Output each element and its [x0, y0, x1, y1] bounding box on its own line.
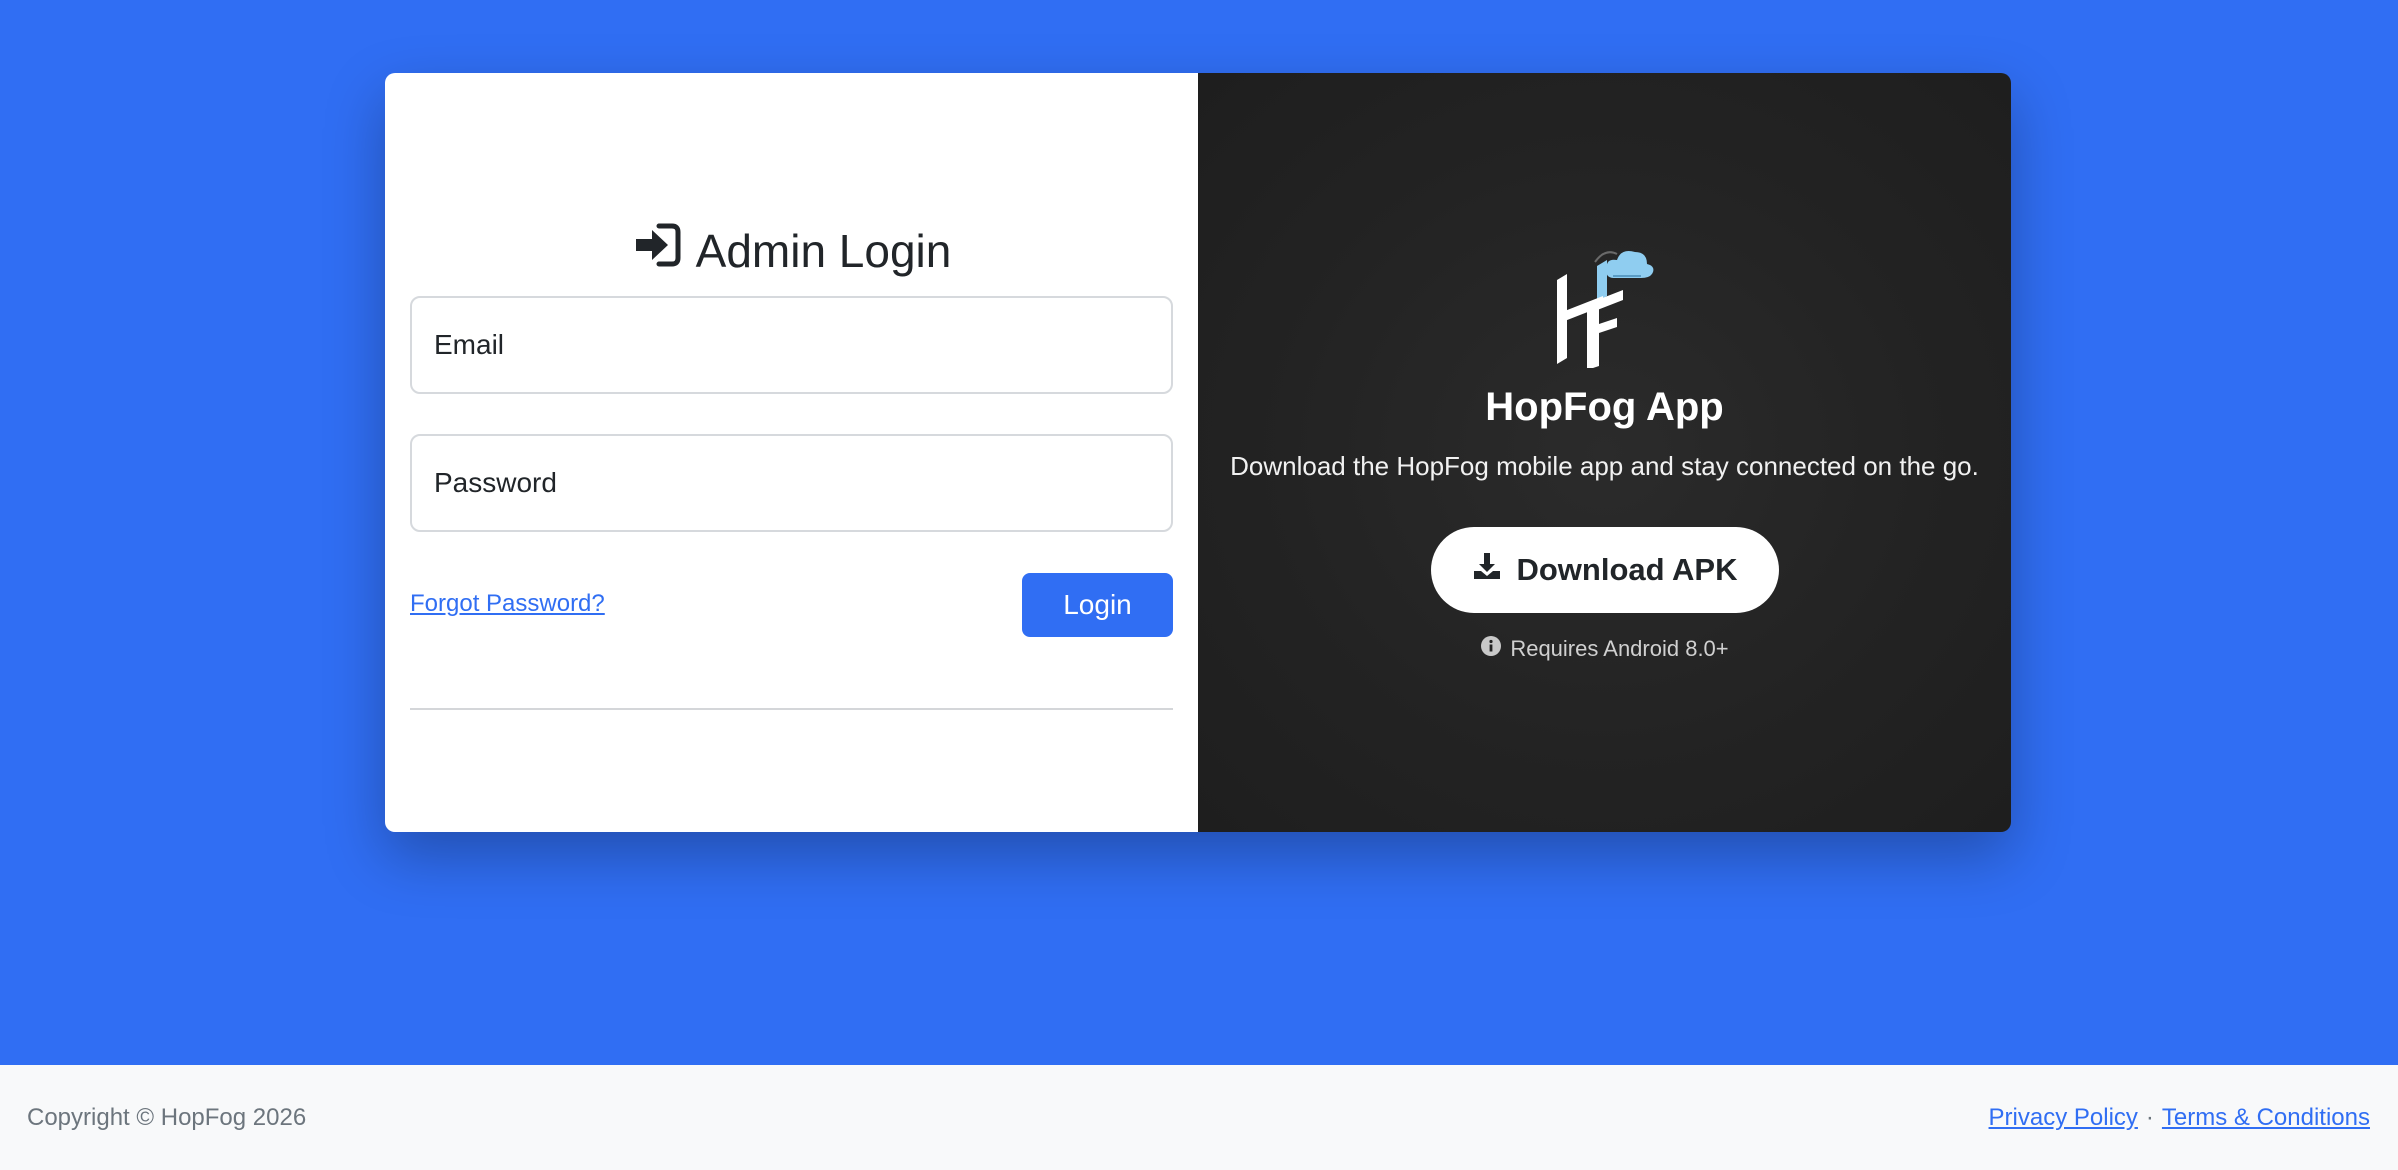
android-requirement: Requires Android 8.0+	[1198, 635, 2011, 663]
email-field[interactable]	[434, 298, 1149, 392]
email-field-wrapper	[410, 296, 1173, 394]
hopfog-logo-icon	[1543, 238, 1667, 370]
password-field-wrapper	[410, 434, 1173, 532]
app-title: HopFog App	[1485, 385, 1724, 429]
password-field[interactable]	[434, 436, 1149, 530]
privacy-policy-link[interactable]: Privacy Policy	[1989, 1104, 2138, 1132]
terms-conditions-link[interactable]: Terms & Conditions	[2162, 1104, 2370, 1132]
sign-in-arrow-icon	[632, 223, 682, 278]
divider	[410, 708, 1173, 710]
footer: Copyright © HopFog 2026 Privacy Policy ·…	[0, 1065, 2398, 1170]
login-title: Admin Login	[695, 224, 952, 277]
android-requirement-text: Requires Android 8.0+	[1510, 636, 1729, 661]
download-icon	[1472, 551, 1502, 589]
download-apk-button[interactable]: Download APK	[1431, 527, 1779, 613]
app-promo-panel: HopFog App Download the HopFog mobile ap…	[1198, 73, 2011, 832]
footer-links: Privacy Policy · Terms & Conditions	[1989, 1104, 2370, 1132]
app-description: Download the HopFog mobile app and stay …	[1230, 451, 1979, 481]
download-apk-label: Download APK	[1516, 552, 1738, 587]
info-circle-icon	[1480, 635, 1502, 663]
login-panel: Admin Login Forgot Password? Login	[385, 73, 1198, 832]
footer-separator: ·	[2145, 1103, 2154, 1131]
login-heading: Admin Login	[385, 223, 1198, 278]
forgot-password-link[interactable]: Forgot Password?	[410, 590, 605, 618]
login-button[interactable]: Login	[1022, 573, 1173, 637]
login-card: Admin Login Forgot Password? Login	[385, 73, 2011, 832]
copyright-text: Copyright © HopFog 2026	[27, 1103, 307, 1131]
